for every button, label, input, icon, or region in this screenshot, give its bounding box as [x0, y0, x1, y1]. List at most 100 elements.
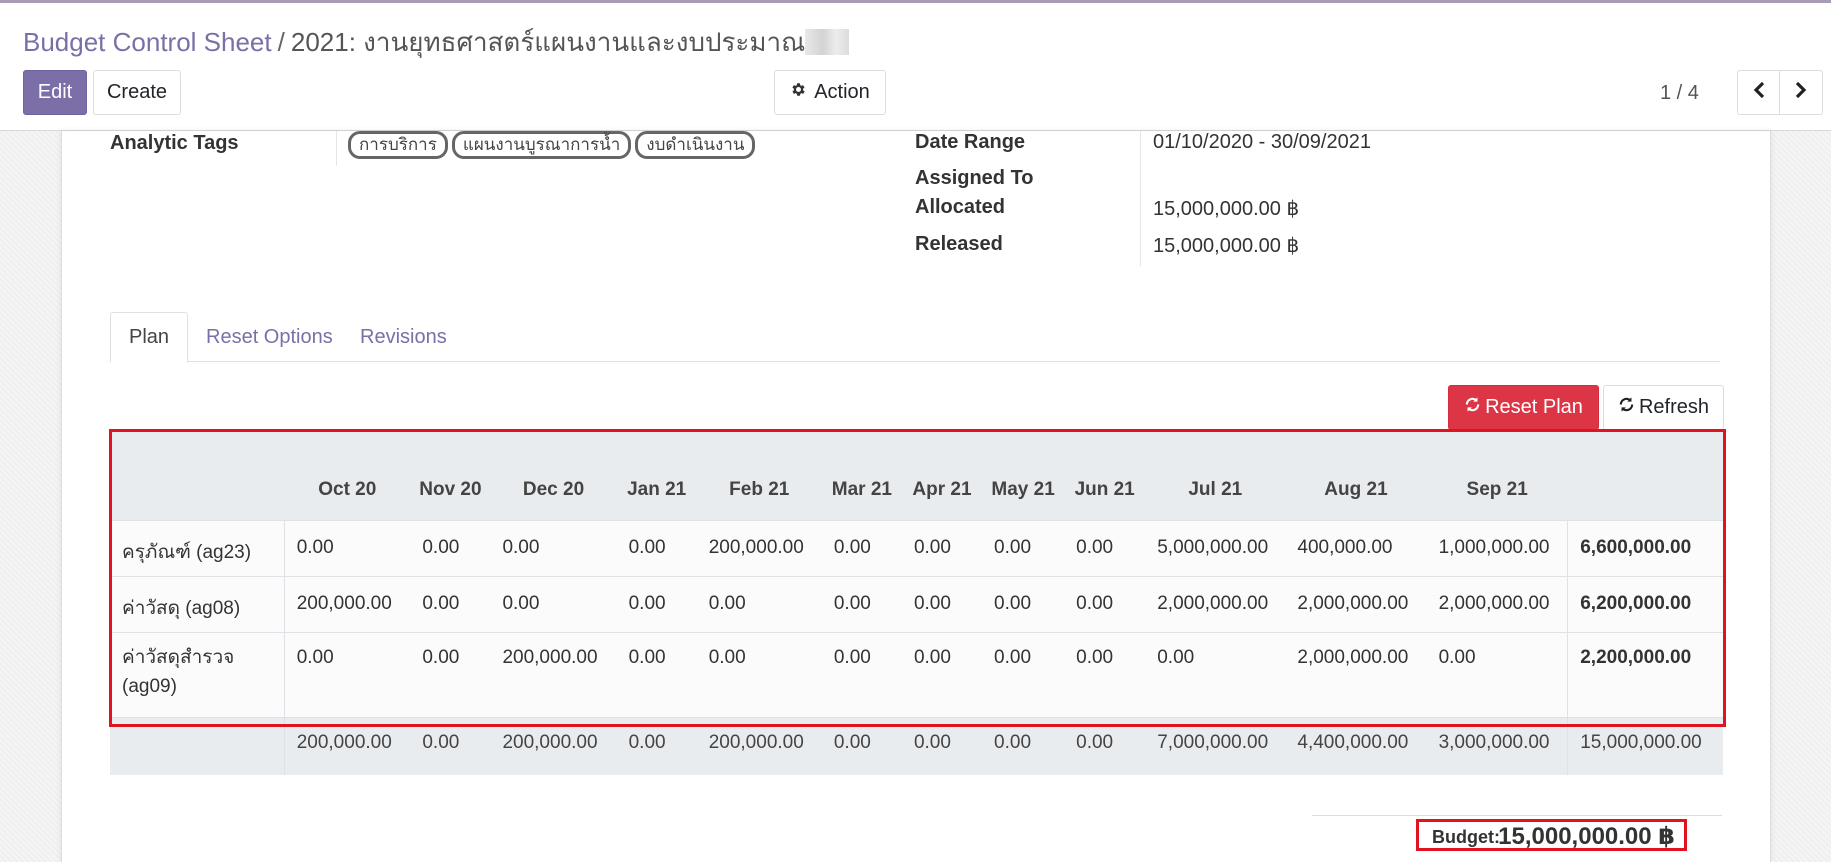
edit-button[interactable]: Edit — [23, 70, 87, 115]
amount-cell[interactable]: 0.00 — [901, 519, 983, 576]
table-row[interactable]: ค่าวัสดุ (ag08) 200,000.00 0.00 0.00 0.00 0.0… — [110, 575, 1723, 632]
amount-cell[interactable]: 5,000,000.00 — [1145, 519, 1286, 576]
column-total-cell: 0.00 — [1064, 716, 1146, 775]
pager-value[interactable]: 1 / 4 — [1660, 82, 1699, 105]
amount-cell[interactable]: 0.00 — [982, 575, 1065, 632]
analytic-tags: การบริการ แผนงานบูรณาการน้ำ งบดำเนินงาน — [348, 131, 756, 159]
amount-cell[interactable]: 400,000.00 — [1285, 519, 1427, 576]
amount-cell[interactable]: 0.00 — [1064, 575, 1146, 632]
released-label: Released — [915, 233, 1003, 255]
amount-cell[interactable]: 200,000.00 — [696, 519, 822, 576]
amount-cell[interactable]: 2,000,000.00 — [1285, 575, 1427, 632]
amount-cell[interactable]: 0.00 — [284, 631, 411, 717]
column-total-cell: 200,000.00 — [696, 716, 822, 775]
chevron-right-icon — [1794, 81, 1808, 105]
refresh-icon — [1464, 396, 1481, 419]
gear-icon — [790, 81, 807, 104]
amount-cell[interactable]: 0.00 — [1064, 631, 1146, 717]
row-total-cell: 2,200,000.00 — [1567, 631, 1723, 717]
field-divider — [336, 131, 337, 166]
form-sheet: Analytic Tags การบริการ แผนงานบูรณาการน้… — [61, 131, 1771, 862]
breadcrumb-parent-link[interactable]: Budget Control Sheet — [23, 27, 272, 57]
amount-cell[interactable]: 200,000.00 — [284, 575, 411, 632]
amount-cell[interactable]: 0.00 — [1426, 631, 1568, 717]
analytic-tag[interactable]: การบริการ — [348, 131, 448, 159]
tab-reset-options[interactable]: Reset Options — [188, 312, 351, 363]
amount-cell[interactable]: 0.00 — [284, 519, 411, 576]
amount-cell[interactable]: 0.00 — [1064, 519, 1146, 576]
amount-cell[interactable]: 0.00 — [901, 575, 983, 632]
amount-cell[interactable]: 0.00 — [901, 631, 983, 717]
budget-total-box: Budget: 15,000,000.00 ฿ — [1416, 819, 1687, 851]
month-header: May 21 — [982, 430, 1065, 520]
month-header: Jul 21 — [1145, 430, 1286, 520]
analytic-tag[interactable]: แผนงานบูรณาการน้ำ — [451, 131, 632, 159]
budget-divider — [1312, 815, 1722, 816]
column-total-cell: 0.00 — [901, 716, 983, 775]
refresh-icon — [1618, 396, 1635, 419]
amount-cell[interactable]: 0.00 — [1145, 631, 1286, 717]
amount-cell[interactable]: 200,000.00 — [490, 631, 617, 717]
pager-previous-button[interactable] — [1737, 70, 1780, 115]
amount-cell[interactable]: 2,000,000.00 — [1285, 631, 1427, 717]
amount-cell[interactable]: 0.00 — [410, 631, 491, 717]
tab-plan[interactable]: Plan — [110, 312, 188, 363]
tab-revisions[interactable]: Revisions — [342, 312, 465, 363]
breadcrumb-separator: / — [277, 27, 285, 57]
month-header: Sep 21 — [1426, 430, 1568, 520]
table-row[interactable]: ครุภัณฑ์ (ag23) 0.00 0.00 0.00 0.00 200,000.0… — [110, 519, 1723, 576]
analytic-tags-label: Analytic Tags — [110, 132, 239, 154]
refresh-button[interactable]: Refresh — [1603, 385, 1724, 430]
refresh-label: Refresh — [1638, 396, 1710, 418]
amount-cell[interactable]: 1,000,000.00 — [1426, 519, 1568, 576]
analytic-tag[interactable]: งบดำเนินงาน — [635, 131, 756, 159]
total-header — [1567, 430, 1723, 520]
totals-row-label — [110, 716, 285, 775]
corner-header-cell — [110, 430, 285, 520]
reset-plan-button[interactable]: Reset Plan — [1448, 385, 1599, 430]
redacted-text — [805, 29, 850, 55]
amount-cell[interactable]: 0.00 — [616, 575, 697, 632]
breadcrumb-current: 2021: งานยุทธศาสตร์แผนงานและงบประมาณ — [290, 27, 806, 57]
month-header: Dec 20 — [490, 430, 617, 520]
action-button[interactable]: Action — [774, 70, 886, 115]
amount-cell[interactable]: 0.00 — [982, 519, 1065, 576]
amount-cell[interactable]: 2,000,000.00 — [1145, 575, 1286, 632]
month-header: Jun 21 — [1064, 430, 1146, 520]
field-divider — [1140, 131, 1141, 266]
amount-cell[interactable]: 0.00 — [490, 575, 617, 632]
amount-cell[interactable]: 0.00 — [616, 631, 697, 717]
released-value: 15,000,000.00 ฿ — [1153, 235, 1300, 257]
column-total-cell: 0.00 — [982, 716, 1065, 775]
column-total-cell: 7,000,000.00 — [1145, 716, 1286, 775]
amount-cell[interactable]: 0.00 — [410, 575, 491, 632]
column-total-cell: 200,000.00 — [284, 716, 411, 775]
month-header: Aug 21 — [1285, 430, 1427, 520]
row-total-cell: 6,600,000.00 — [1567, 519, 1723, 576]
month-header: Apr 21 — [901, 430, 983, 520]
allocated-label: Allocated — [915, 196, 1006, 218]
reset-plan-label: Reset Plan — [1485, 396, 1583, 418]
table-row[interactable]: ค่าวัสดุสำรวจ (ag09) 0.00 0.00 200,000.00 0.… — [110, 631, 1723, 717]
allocated-value: 15,000,000.00 ฿ — [1153, 198, 1300, 220]
row-total-cell: 6,200,000.00 — [1567, 575, 1723, 632]
column-total-cell: 0.00 — [410, 716, 491, 775]
amount-cell[interactable]: 0.00 — [490, 519, 617, 576]
amount-cell[interactable]: 0.00 — [982, 631, 1065, 717]
create-button[interactable]: Create — [93, 70, 181, 115]
notebook-tabs: Plan Reset Options Revisions — [110, 312, 1720, 363]
control-panel: Budget Control Sheet/2021: งานยุทธศาสตร์… — [0, 3, 1831, 131]
amount-cell[interactable]: 0.00 — [616, 519, 697, 576]
column-total-cell: 3,000,000.00 — [1426, 716, 1568, 775]
totals-row: 200,000.00 0.00 200,000.00 0.00 200,000.00 0.… — [110, 716, 1723, 775]
amount-cell[interactable]: 0.00 — [696, 631, 822, 717]
date-range-label: Date Range — [915, 131, 1026, 153]
amount-cell[interactable]: 0.00 — [696, 575, 822, 632]
amount-cell[interactable]: 0.00 — [821, 519, 902, 576]
row-account-name: ค่าวัสดุ (ag08) — [110, 575, 285, 632]
amount-cell[interactable]: 0.00 — [821, 631, 902, 717]
amount-cell[interactable]: 0.00 — [410, 519, 491, 576]
pager-next-button[interactable] — [1780, 70, 1823, 115]
amount-cell[interactable]: 2,000,000.00 — [1426, 575, 1568, 632]
amount-cell[interactable]: 0.00 — [821, 575, 902, 632]
